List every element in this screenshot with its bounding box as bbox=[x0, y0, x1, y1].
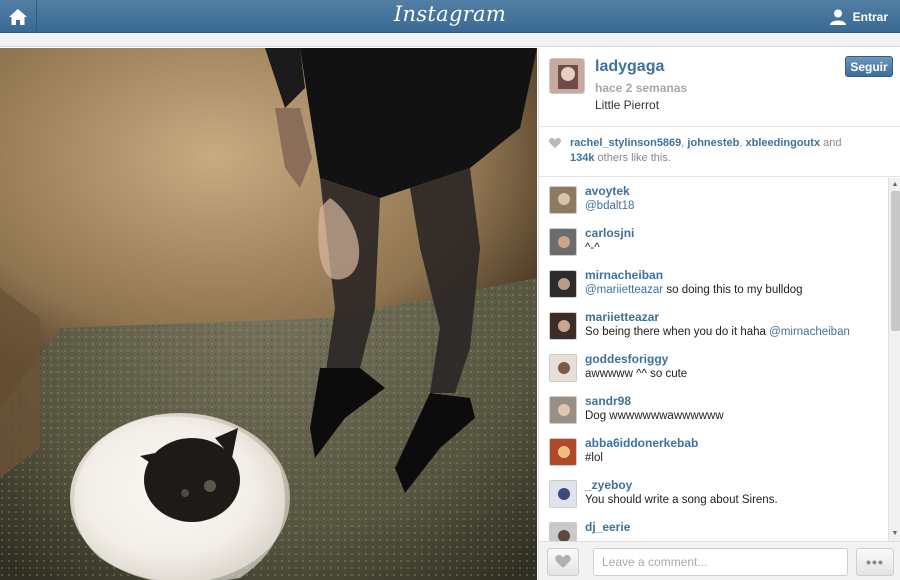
mention-link[interactable]: @bdalt18 bbox=[585, 200, 634, 212]
instagram-logo[interactable]: Instagram bbox=[0, 2, 900, 26]
commenter-avatar[interactable] bbox=[549, 186, 577, 214]
comment-text: You should write a song about Sirens. bbox=[585, 494, 778, 506]
post-caption: Little Pierrot bbox=[595, 98, 660, 112]
commenter-avatar[interactable] bbox=[549, 354, 577, 382]
likes-text: rachel_stylinson5869, johnesteb, xbleedi… bbox=[570, 137, 842, 164]
post-timestamp: hace 2 semanas bbox=[595, 81, 688, 95]
commenter-avatar[interactable] bbox=[549, 438, 577, 466]
scroll-down-arrow-icon[interactable]: ▼ bbox=[889, 528, 900, 540]
likes-count[interactable]: 134k bbox=[570, 152, 594, 164]
owner-avatar[interactable] bbox=[549, 58, 585, 94]
commenter-avatar[interactable] bbox=[549, 312, 577, 340]
avatar-image bbox=[550, 59, 584, 93]
liker-link[interactable]: johnesteb bbox=[687, 137, 739, 149]
comment-item: mirnacheiban @mariietteazar so doing thi… bbox=[549, 268, 879, 310]
commenter-username[interactable]: carlosjni bbox=[585, 226, 634, 240]
mention-link[interactable]: @mirnacheiban bbox=[769, 326, 850, 338]
commenter-username[interactable]: abba6iddonerkebab bbox=[585, 436, 698, 450]
mention-link[interactable]: @mariietteazar bbox=[585, 284, 663, 296]
comment-item: _zyeboy You should write a song about Si… bbox=[549, 478, 879, 520]
commenter-avatar[interactable] bbox=[549, 480, 577, 508]
follow-button[interactable]: Seguir bbox=[845, 56, 893, 77]
comment-text: #lol bbox=[585, 452, 603, 464]
commenter-avatar[interactable] bbox=[549, 396, 577, 424]
comments-scrollbar[interactable]: ▲ ▼ bbox=[888, 178, 900, 541]
login-button[interactable]: Entrar bbox=[829, 0, 888, 33]
commenter-avatar[interactable] bbox=[549, 522, 577, 541]
owner-username[interactable]: ladygaga bbox=[595, 58, 664, 76]
comment-item: carlosjni ^-^ bbox=[549, 226, 879, 268]
heart-icon bbox=[555, 555, 571, 568]
liker-link[interactable]: xbleedingoutx bbox=[746, 137, 821, 149]
scroll-up-arrow-icon[interactable]: ▲ bbox=[889, 179, 900, 191]
more-options-button[interactable]: ••• bbox=[856, 548, 894, 576]
post-image bbox=[0, 48, 537, 580]
comment-footer: ••• bbox=[539, 541, 900, 580]
login-label: Entrar bbox=[852, 9, 888, 24]
comment-item: avoytek @bdalt18 bbox=[549, 184, 879, 226]
comment-item: mariietteazar So being there when you do… bbox=[549, 310, 879, 352]
scrollbar-thumb[interactable] bbox=[891, 191, 900, 331]
comment-text: Dog wwwwwwwawwwwww bbox=[585, 410, 724, 422]
commenter-username[interactable]: mirnacheiban bbox=[585, 268, 663, 282]
commenter-username[interactable]: avoytek bbox=[585, 184, 630, 198]
like-button[interactable] bbox=[547, 548, 579, 576]
post-photo[interactable] bbox=[0, 48, 537, 580]
comment-item: sandr98 Dog wwwwwwwawwwwww bbox=[549, 394, 879, 436]
comment-text: So being there when you do it haha @mirn… bbox=[585, 326, 850, 338]
commenter-username[interactable]: sandr98 bbox=[585, 394, 631, 408]
comments-list: avoytek @bdalt18 carlosjni ^-^ mirnachei… bbox=[539, 178, 889, 541]
comment-text: @bdalt18 bbox=[585, 200, 634, 212]
commenter-username[interactable]: goddesforiggy bbox=[585, 352, 668, 366]
heart-icon bbox=[549, 138, 561, 148]
top-navigation-bar: Instagram Entrar bbox=[0, 0, 900, 33]
comment-item: dj_eerie bbox=[549, 520, 879, 541]
commenter-avatar[interactable] bbox=[549, 270, 577, 298]
user-icon bbox=[829, 9, 846, 25]
comment-input[interactable] bbox=[593, 548, 848, 576]
liker-link[interactable]: rachel_stylinson5869 bbox=[570, 137, 681, 149]
comment-item: abba6iddonerkebab #lol bbox=[549, 436, 879, 478]
sub-bar bbox=[0, 33, 900, 47]
commenter-username[interactable]: _zyeboy bbox=[585, 478, 632, 492]
comment-text: ^-^ bbox=[585, 242, 600, 254]
comment-text: awwwww ^^ so cute bbox=[585, 368, 688, 380]
post-side-panel: ladygaga hace 2 semanas Little Pierrot S… bbox=[538, 48, 900, 580]
comment-item: goddesforiggy awwwww ^^ so cute bbox=[549, 352, 879, 394]
commenter-username[interactable]: dj_eerie bbox=[585, 520, 630, 534]
comment-text: @mariietteazar so doing this to my bulld… bbox=[585, 284, 803, 296]
commenter-username[interactable]: mariietteazar bbox=[585, 310, 659, 324]
commenter-avatar[interactable] bbox=[549, 228, 577, 256]
likes-section: rachel_stylinson5869, johnesteb, xbleedi… bbox=[539, 126, 900, 177]
